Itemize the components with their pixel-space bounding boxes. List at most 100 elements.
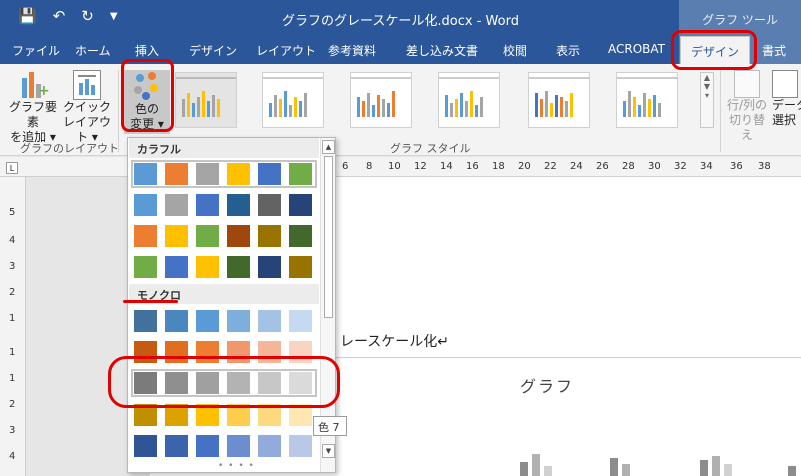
chart-title[interactable]: グラフ [520, 373, 574, 397]
select-data-icon [772, 70, 798, 98]
color-swatch [134, 194, 157, 216]
ruler-tick: 30 [648, 161, 661, 172]
ruler-tick: 32 [674, 161, 687, 172]
select-data-label-2: 選択 [772, 113, 797, 127]
annotation-design-tab [671, 30, 757, 70]
color-swatch [227, 256, 250, 278]
ruler-tick: 34 [700, 161, 713, 172]
color-swatch [134, 225, 157, 247]
color-swatch [227, 435, 250, 457]
color-swatch [134, 310, 157, 332]
add-chart-element-button[interactable]: + グラフ要素 を追加 ▾ [4, 70, 62, 145]
chart-style-thumb-4[interactable] [438, 72, 500, 128]
color-swatch [258, 256, 281, 278]
color-swatch [196, 163, 219, 185]
chart-bar [622, 464, 630, 476]
chart-bar [544, 466, 552, 476]
tab-insert[interactable]: 挿入 [135, 42, 159, 59]
tab-stop-selector[interactable]: L [6, 162, 18, 174]
colorful-header: カラフル [129, 138, 319, 158]
color-swatch [227, 310, 250, 332]
group-label-styles: グラフ スタイル [390, 142, 471, 155]
chart-style-thumb-5[interactable] [528, 72, 590, 128]
document-text[interactable]: レースケール化↵ [340, 331, 449, 351]
resize-grip-icon[interactable]: • • • • [218, 461, 255, 471]
color-swatch [289, 310, 312, 332]
chart-style-thumb-1[interactable] [175, 72, 237, 128]
tab-chart-format[interactable]: 書式 [762, 42, 786, 59]
color-swatch [196, 435, 219, 457]
tab-acrobat[interactable]: ACROBAT [608, 42, 665, 56]
chart-bar [724, 464, 732, 476]
color-swatch [258, 163, 281, 185]
chart-element-icon: + [18, 70, 50, 100]
color-swatch [227, 163, 250, 185]
color-set-mono-1[interactable] [134, 310, 314, 332]
chart-bar [610, 458, 618, 476]
color-swatch [258, 225, 281, 247]
select-data-button[interactable]: データ 選択 [772, 70, 801, 128]
gallery-scroll[interactable]: ▲ ▼ ▾ [700, 72, 714, 128]
tab-mailings[interactable]: 差し込み文書 [406, 42, 478, 59]
ruler-tick: 8 [366, 161, 373, 172]
color-swatch [258, 310, 281, 332]
annotation-gray-row [108, 356, 340, 408]
ruler-tick: 28 [622, 161, 635, 172]
scroll-up-icon[interactable]: ▲ [322, 140, 335, 154]
annotation-change-colors [121, 59, 174, 132]
tab-layout[interactable]: レイアウト [256, 42, 316, 59]
chart-bar [788, 466, 796, 476]
chart-bar [532, 454, 540, 476]
ruler-tick: 16 [466, 161, 479, 172]
color-swatch [289, 435, 312, 457]
chart-style-thumb-6[interactable] [616, 72, 678, 128]
color-swatch [258, 435, 281, 457]
color-swatch [196, 194, 219, 216]
color-set-colorful-2[interactable] [134, 194, 314, 216]
group-label-layout: グラフのレイアウト [20, 142, 119, 155]
color-swatch [289, 194, 312, 216]
ruler-tick: 4 [9, 451, 16, 462]
color-set-colorful-1[interactable] [134, 163, 314, 185]
ruler-tick: 1 [9, 347, 16, 358]
ruler-tick: 4 [9, 235, 16, 246]
color-swatch [227, 225, 250, 247]
color-swatch [134, 435, 157, 457]
tab-references[interactable]: 参考資料 [328, 42, 376, 59]
scroll-thumb[interactable] [324, 156, 333, 318]
chart-bar [520, 462, 528, 476]
ruler-tick: 10 [388, 161, 401, 172]
horizontal-ruler: 6 8 10 12 14 16 18 20 22 24 26 28 30 32 … [0, 157, 801, 177]
ruler-tick: 5 [9, 207, 16, 218]
vertical-ruler: 5 4 3 2 1 1 1 2 3 4 [0, 177, 26, 476]
color-set-mono-5[interactable] [134, 435, 314, 457]
tab-view[interactable]: 表示 [556, 42, 580, 59]
group-separator [118, 70, 119, 152]
ruler-tick: 2 [9, 399, 16, 410]
color-set-colorful-4[interactable] [134, 256, 314, 278]
quick-layout-label-1: クイック [62, 100, 111, 114]
switch-label-2: 切り替え [728, 113, 765, 142]
ruler-tick: 36 [730, 161, 743, 172]
color-swatch [227, 194, 250, 216]
color-swatch [165, 435, 188, 457]
chart-bar [700, 460, 708, 476]
ruler-tick: 3 [9, 261, 16, 272]
color-swatch [134, 256, 157, 278]
chart-bar [712, 456, 720, 476]
color-swatch [289, 225, 312, 247]
tab-file[interactable]: ファイル [12, 42, 60, 59]
switch-row-column-button[interactable]: 行/列の 切り替え [724, 70, 770, 143]
chart-style-thumb-2[interactable] [262, 72, 324, 128]
color-swatch [196, 256, 219, 278]
group-separator [720, 70, 721, 152]
ruler-tick: 18 [492, 161, 505, 172]
tab-home[interactable]: ホーム [75, 42, 111, 59]
scroll-down-icon[interactable]: ▼ [322, 444, 335, 458]
tab-review[interactable]: 校閲 [503, 42, 527, 59]
quick-layout-button[interactable]: クイック レイアウト ▾ [58, 70, 116, 145]
color-set-colorful-3[interactable] [134, 225, 314, 247]
tab-design[interactable]: デザイン [189, 42, 237, 59]
ruler-tick: 6 [342, 161, 349, 172]
chart-style-thumb-3[interactable] [350, 72, 412, 128]
